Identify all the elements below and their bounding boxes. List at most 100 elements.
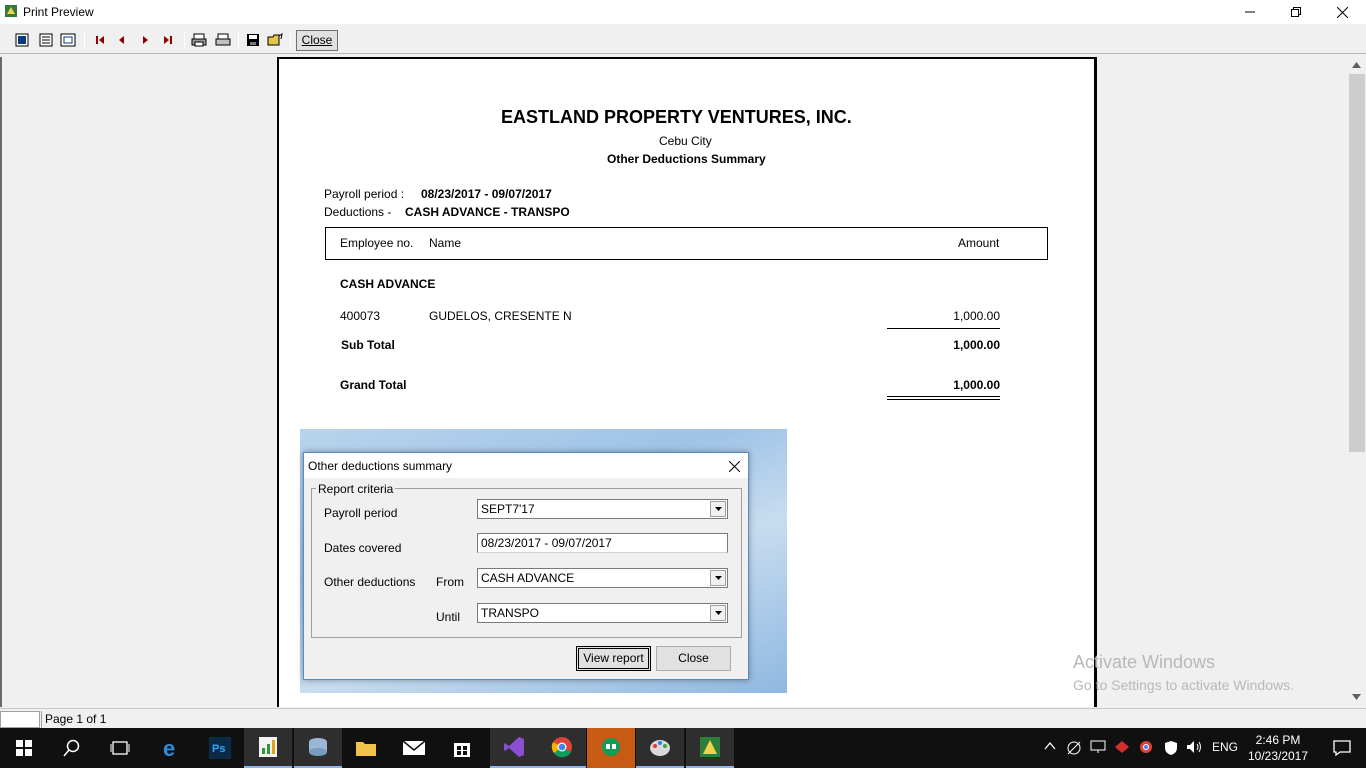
group-title: CASH ADVANCE — [340, 277, 436, 291]
until-selected: TRANSPO — [481, 606, 540, 620]
taskbar-database[interactable] — [294, 728, 342, 768]
mail-icon — [402, 740, 426, 755]
task-view-button[interactable] — [96, 728, 144, 768]
toolbar: Close — [0, 26, 1366, 54]
row-name: GUDELOS, CRESENTE N — [429, 309, 572, 323]
column-header-box: Employee no. Name Amount — [325, 227, 1048, 260]
restore-icon — [1291, 7, 1301, 17]
database-icon — [309, 738, 327, 756]
open-button[interactable] — [265, 30, 285, 50]
clock-date: 10/23/2017 — [1247, 749, 1309, 763]
edge-icon: e — [163, 737, 175, 759]
volume-icon[interactable] — [1186, 740, 1204, 754]
taskbar-file-explorer[interactable] — [342, 728, 390, 768]
action-center-button[interactable] — [1318, 728, 1366, 768]
search-icon — [63, 739, 80, 757]
dialog-title: Other deductions summary — [308, 459, 453, 473]
page-indicator: Page 1 of 1 — [41, 711, 1366, 728]
status-bar: Page 1 of 1 — [0, 708, 1366, 728]
fit-page-button[interactable] — [58, 30, 78, 50]
display-icon[interactable] — [1090, 740, 1106, 754]
payroll-period-label: Payroll period : — [324, 187, 405, 201]
svg-text:Ps: Ps — [212, 743, 225, 755]
scroll-thumb[interactable] — [1349, 74, 1365, 452]
folder-icon — [356, 742, 376, 756]
dialog-cancel-button[interactable]: Close — [656, 646, 731, 671]
dates-covered-field[interactable]: 08/23/2017 - 09/07/2017 — [477, 533, 728, 553]
chrome-tray-icon[interactable] — [1139, 740, 1153, 754]
window-close-button[interactable] — [1319, 0, 1365, 24]
toolbar-close-button[interactable]: Close — [296, 30, 338, 51]
print-preview-window: Print Preview Close EASTLAND PROPERTY VE… — [0, 0, 1366, 728]
print-button[interactable] — [213, 30, 233, 50]
taskbar-visual-studio[interactable] — [490, 728, 538, 768]
from-select[interactable]: CASH ADVANCE — [477, 568, 728, 588]
taskbar-store[interactable] — [438, 728, 486, 768]
app-icon — [5, 5, 17, 17]
last-page-button[interactable] — [158, 30, 178, 50]
payroll-app-icon — [700, 737, 720, 757]
window-title: Print Preview — [23, 5, 94, 19]
subtotal-value: 1,000.00 — [953, 338, 1000, 352]
close-icon — [1336, 6, 1348, 18]
open-icon — [267, 33, 283, 46]
vertical-scrollbar[interactable] — [1348, 57, 1366, 707]
print-setup-button[interactable] — [189, 30, 209, 50]
page-width-button[interactable] — [36, 30, 56, 50]
company-city: Cebu City — [659, 134, 712, 148]
until-select[interactable]: TRANSPO — [477, 603, 728, 623]
dialog-close-button[interactable] — [722, 455, 746, 477]
scroll-up-icon[interactable] — [1352, 62, 1361, 68]
taskbar-app-notepad[interactable] — [244, 728, 292, 768]
scroll-down-icon[interactable] — [1352, 694, 1361, 700]
antivirus-icon[interactable] — [1114, 740, 1130, 754]
next-page-button[interactable] — [135, 30, 155, 50]
paint-palette-icon — [650, 740, 670, 756]
grandtotal-label: Grand Total — [340, 378, 407, 392]
windows-logo-icon — [16, 740, 32, 756]
minimize-button[interactable] — [1227, 0, 1273, 24]
start-button[interactable] — [0, 728, 48, 768]
deductions-value: CASH ADVANCE - TRANSPO — [405, 205, 570, 219]
clock[interactable]: 2:46 PM 10/23/2017 — [1240, 732, 1316, 764]
print-setup-icon — [191, 33, 207, 47]
save-button[interactable] — [243, 30, 263, 50]
taskbar-edge[interactable]: e — [148, 728, 196, 768]
first-page-button[interactable] — [90, 30, 110, 50]
until-label: Until — [436, 610, 461, 624]
payroll-period-label: Payroll period — [324, 506, 398, 520]
one-page-icon — [15, 33, 29, 47]
taskbar-photoshop[interactable]: Ps — [196, 728, 244, 768]
taskbar-hangouts[interactable] — [587, 728, 635, 768]
taskbar-paint[interactable] — [636, 728, 684, 768]
dropdown-arrow-icon[interactable] — [710, 501, 726, 517]
one-page-button[interactable] — [12, 30, 32, 50]
photoshop-icon: Ps — [209, 737, 231, 759]
from-label: From — [436, 575, 464, 589]
first-page-icon — [96, 36, 104, 44]
last-page-icon — [164, 36, 172, 44]
security-shield-icon[interactable] — [1163, 740, 1179, 756]
show-hidden-icons-icon[interactable] — [1044, 740, 1056, 752]
dropdown-arrow-icon[interactable] — [710, 570, 726, 586]
payroll-period-select[interactable]: SEPT7'17 — [477, 499, 728, 519]
taskbar-chrome[interactable] — [538, 728, 586, 768]
taskbar-payroll-app[interactable] — [686, 728, 734, 768]
close-icon — [728, 460, 740, 472]
notepad-chart-icon — [259, 737, 277, 757]
dates-covered-label: Dates covered — [324, 541, 402, 555]
search-button[interactable] — [48, 728, 96, 768]
subtotal-rule — [887, 328, 1000, 329]
view-report-button[interactable]: View report — [576, 646, 651, 671]
restore-button[interactable] — [1273, 0, 1319, 24]
network-icon[interactable] — [1066, 740, 1082, 756]
save-icon — [247, 34, 259, 46]
taskbar-mail[interactable] — [390, 728, 438, 768]
activation-watermark-title: Activate Windows — [1073, 652, 1216, 672]
prev-page-button[interactable] — [112, 30, 132, 50]
dropdown-arrow-icon[interactable] — [710, 605, 726, 621]
language-indicator[interactable]: ENG — [1212, 740, 1238, 754]
report-subtitle: Other Deductions Summary — [607, 152, 766, 166]
column-employee-no: Employee no. — [340, 236, 414, 250]
clock-time: 2:46 PM — [1255, 733, 1301, 747]
